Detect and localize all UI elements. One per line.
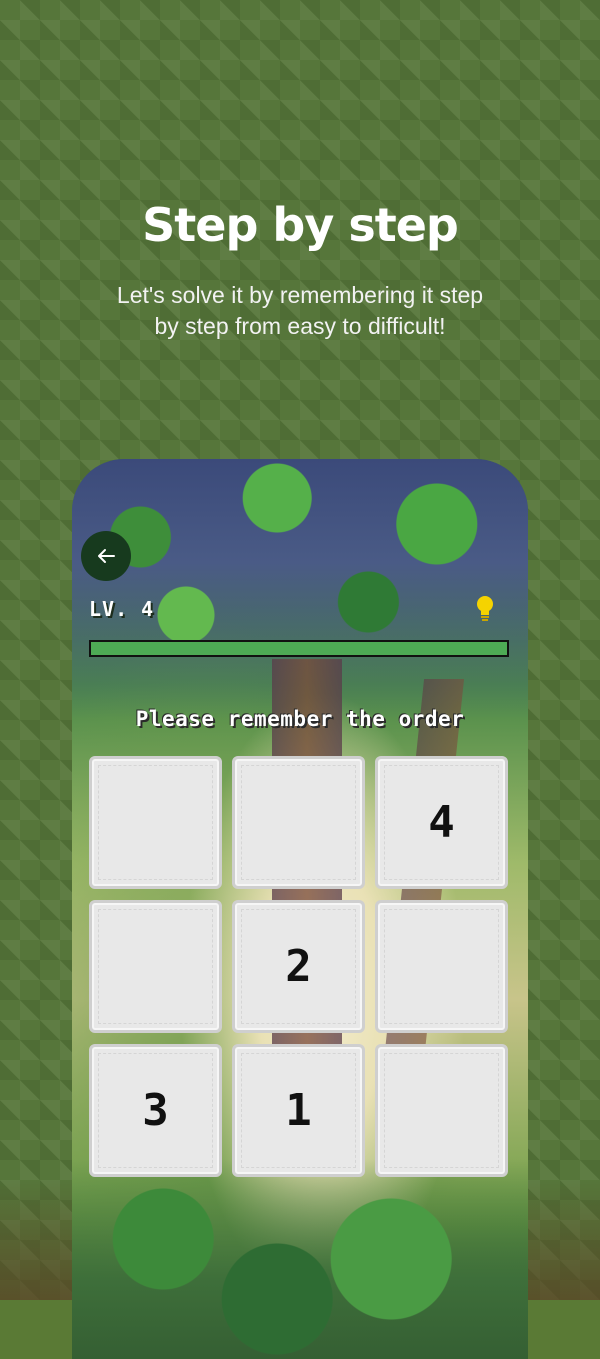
headline: Step by step xyxy=(142,198,459,252)
lightbulb-icon[interactable] xyxy=(474,594,496,622)
grid-tile[interactable]: 3 xyxy=(89,1044,222,1177)
jungle-foliage xyxy=(72,1159,528,1359)
tile-number: 3 xyxy=(142,1085,169,1136)
level-progress-bar xyxy=(89,640,509,657)
grid-tile[interactable]: 4 xyxy=(375,756,508,889)
grid-tile[interactable] xyxy=(375,1044,508,1177)
progress-fill xyxy=(91,642,507,655)
tile-number: 2 xyxy=(285,941,312,992)
tile-number: 1 xyxy=(285,1085,312,1136)
level-label: LV. 4 xyxy=(89,597,155,621)
back-arrow-icon xyxy=(98,549,115,563)
grid-tile[interactable] xyxy=(89,756,222,889)
memory-grid: 4 2 3 1 xyxy=(89,756,509,1177)
grid-tile[interactable] xyxy=(232,756,365,889)
grid-tile[interactable] xyxy=(375,900,508,1033)
phone-screen: LV. 4 Please remember the order 4 2 3 1 xyxy=(72,459,528,1359)
tile-number: 4 xyxy=(428,797,455,848)
subtitle: Let's solve it by remembering it step by… xyxy=(116,282,484,339)
grid-tile[interactable]: 2 xyxy=(232,900,365,1033)
instruction-prompt: Please remember the order xyxy=(135,707,465,731)
back-button[interactable] xyxy=(81,531,131,581)
grid-tile[interactable] xyxy=(89,900,222,1033)
grid-tile[interactable]: 1 xyxy=(232,1044,365,1177)
